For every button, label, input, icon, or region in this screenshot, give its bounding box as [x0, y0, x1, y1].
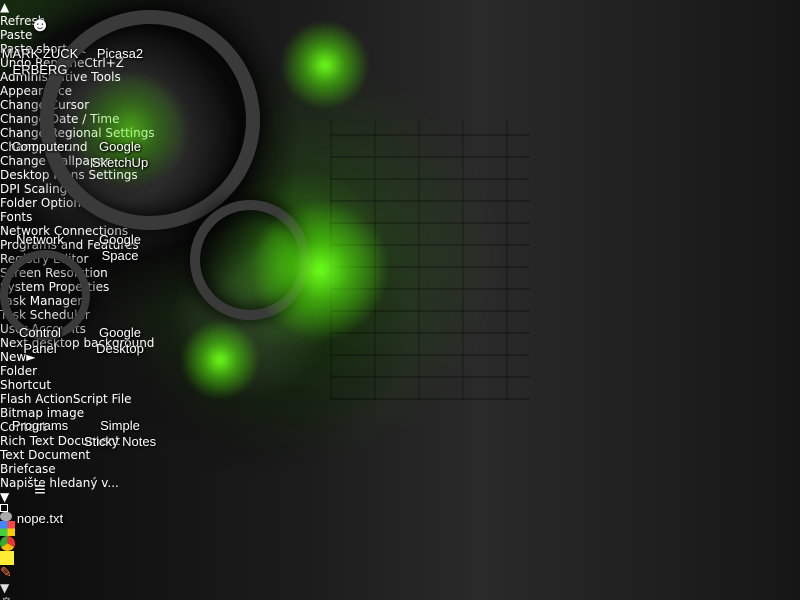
text-file-icon: ≡: [34, 479, 46, 501]
submenu-item-briefcase[interactable]: Briefcase: [0, 462, 800, 476]
desktop-icon-computer[interactable]: Computer: [1, 101, 79, 155]
desktop-icon-control-panel[interactable]: Control Panel: [1, 287, 79, 357]
wallpaper-splat: [180, 320, 260, 400]
desktop-icon-network[interactable]: Network: [1, 194, 79, 248]
desktop-icon-google-desktop[interactable]: Google Desktop: [81, 287, 159, 357]
desktop-icon-picasa[interactable]: Picasa2: [81, 8, 159, 62]
folder-icon: [23, 380, 57, 414]
google-desktop-icon: [103, 287, 137, 321]
desktop-icon-label: Control Panel: [19, 325, 61, 356]
submenu-item-label: Text Document: [0, 448, 91, 462]
desktop-icon-sticky-notes[interactable]: Simple Sticky Notes: [81, 380, 159, 450]
desktop-icon-label: Google Desktop: [96, 325, 144, 356]
picasa-icon: [103, 8, 137, 42]
desktop-icon-user[interactable]: ☻ MARK ZUCKERBERG: [1, 8, 79, 78]
user-icon: ☻: [29, 14, 51, 36]
tray-arrow-icon[interactable]: ▼: [0, 581, 800, 595]
desktop-icon-label: Computer: [11, 139, 69, 154]
taskbar: Napište hledaný v... ▼ ✎ ▼ ⚙: [0, 476, 800, 600]
desktop-icon-sketchup[interactable]: Google SketchUp: [81, 101, 159, 171]
chat-icon[interactable]: [0, 512, 800, 521]
desktop-icon-label: Simple Sticky Notes: [83, 418, 157, 449]
desktop-icon-label: Google Space: [99, 232, 141, 263]
desktop-icon-nope-txt[interactable]: ≡ nope.txt: [1, 473, 79, 527]
desktop-icon-programs[interactable]: Programs: [1, 380, 79, 434]
network-icon: [23, 194, 57, 228]
tool-icon[interactable]: ✎: [0, 565, 800, 581]
picasa-icon[interactable]: [0, 521, 800, 536]
desktop-icon-google-space[interactable]: Google Space: [81, 194, 159, 264]
wallpaper-splat: [280, 20, 370, 110]
desktop-icon-label: Google SketchUp: [91, 139, 149, 170]
desktop-icon-label: Picasa2: [96, 46, 144, 61]
search-input[interactable]: Napište hledaný v...: [0, 476, 800, 490]
wallpaper-splat: [250, 200, 390, 340]
chrome-icon[interactable]: [0, 536, 800, 551]
sticky-notes-icon[interactable]: [0, 551, 800, 565]
submenu-item-text-document[interactable]: Text Document: [0, 448, 800, 462]
submenu-item-label: Folder: [0, 364, 38, 378]
sketchup-icon: [103, 101, 137, 135]
desktop-icon-label: MARK ZUCKERBERG: [1, 46, 79, 77]
desktop-icon-label: nope.txt: [16, 511, 64, 526]
computer-icon: [23, 101, 57, 135]
desktop-icon-label: Programs: [11, 418, 69, 433]
control-panel-icon: [23, 287, 57, 321]
dropdown-icon[interactable]: ▼: [0, 490, 800, 504]
settings-icon[interactable]: ⚙: [0, 595, 800, 600]
desktop-icon-label: Network: [16, 232, 64, 247]
sticky-notes-icon: [103, 380, 137, 414]
desktop-icon[interactable]: [0, 504, 800, 512]
google-earth-icon: [103, 194, 137, 228]
